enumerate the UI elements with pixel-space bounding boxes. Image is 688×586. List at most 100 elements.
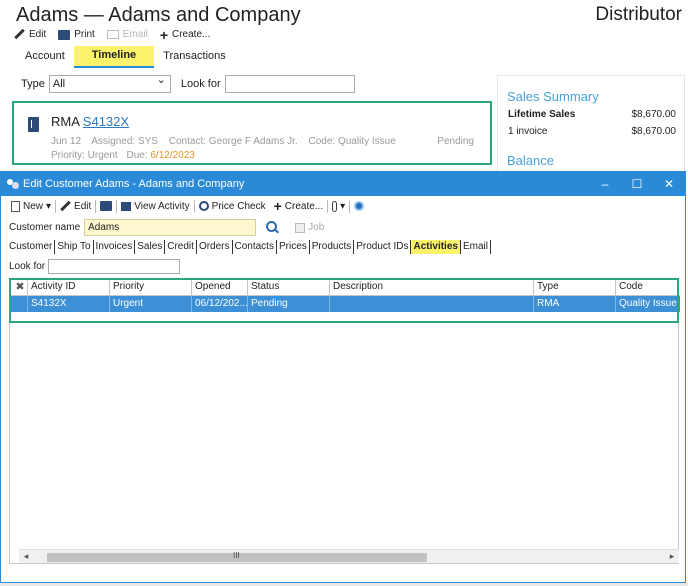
tab-prices[interactable]: Prices [277,240,310,254]
tab-email[interactable]: Email [461,240,491,254]
printer-icon [58,29,71,40]
printer-icon [100,201,113,211]
pencil-icon [60,201,71,212]
column-header-code[interactable]: Code [616,279,680,295]
edit-customer-button[interactable]: Edit [56,201,95,212]
activity-card[interactable]: RMA S4132X Jun 12 Assigned: SYS Contact:… [12,101,492,165]
activity-status: Pending [437,136,474,147]
customer-tabs: Customer Ship To Invoices Sales Credit O… [7,240,491,254]
dialog-title: Edit Customer Adams - Adams and Company [23,178,245,190]
tab-orders[interactable]: Orders [197,240,233,254]
document-icon [28,117,39,132]
edit-button[interactable]: Edit [14,29,46,40]
dialog-toolbar: New ▾ Edit View Activity Price Check + Cre… [7,198,368,214]
activity-kind: RMA [51,114,80,129]
dialog-title-bar[interactable]: Edit Customer Adams - Adams and Company … [1,172,685,196]
chevron-down-icon: ▾ [46,200,52,212]
look-for-label: Look for [180,78,221,90]
clear-filter-cell[interactable]: ✖ [10,279,28,295]
activity-heading: RMA S4132X [51,114,129,129]
grid-look-for-row: Look for [9,259,181,274]
lifetime-sales-row: Lifetime Sales $8,670.00 [508,109,676,120]
table-row[interactable]: S4132X Urgent 06/12/202... Pending RMA Q… [10,296,680,312]
users-icon [7,179,19,189]
window-controls: – ☐ ✕ [589,172,685,196]
customer-role: Distributor [595,4,682,25]
tab-customer[interactable]: Customer [7,240,56,254]
column-header-activity-id[interactable]: Activity ID [28,279,110,295]
cell-code: Quality Issue [619,298,677,309]
close-button[interactable]: ✕ [653,172,685,196]
create-activity-button[interactable]: + Create... [270,198,328,214]
activity-date: Jun 12 [51,136,82,147]
activity-assigned: Assigned: SYS [91,136,158,147]
grid-header: ✖ Activity ID Priority Opened Status Des… [10,279,680,296]
tab-timeline[interactable]: Timeline [73,46,155,68]
attachment-button[interactable]: ▾ [328,200,349,212]
new-button[interactable]: New ▾ [7,200,55,212]
column-header-priority[interactable]: Priority [110,279,192,295]
print-customer-button[interactable] [96,201,116,211]
horizontal-scrollbar[interactable]: ◂ III ▸ [19,549,679,563]
tab-credit[interactable]: Credit [165,240,197,254]
tab-account[interactable]: Account [16,46,74,68]
minimize-button[interactable]: – [589,172,621,196]
envelope-icon [106,30,119,39]
cell-status: Pending [248,296,330,312]
column-header-type[interactable]: Type [534,279,616,295]
record-toolbar: Edit Print Email + Create... [14,28,211,42]
customer-name-row: Customer name Adams Job [9,219,324,236]
type-select[interactable]: All [48,72,171,93]
tab-product-ids[interactable]: Product IDs [354,240,412,254]
scroll-left-arrow-icon[interactable]: ◂ [19,551,33,562]
chevron-down-icon: ▾ [340,200,346,212]
create-button[interactable]: + Create... [160,28,211,42]
tab-activities[interactable]: Activities [411,240,461,254]
tab-contacts[interactable]: Contacts [233,240,277,254]
new-document-icon [11,200,20,212]
column-header-status[interactable]: Status [248,279,330,295]
price-check-button[interactable]: Price Check [195,201,270,212]
search-icon[interactable] [266,221,279,234]
tab-transactions[interactable]: Transactions [154,46,235,68]
edit-customer-dialog: Edit Customer Adams - Adams and Company … [0,171,686,583]
activity-code: Code: Quality Issue [308,136,396,147]
pencil-icon [14,29,25,40]
activity-priority: Priority: Urgent [51,150,118,161]
sales-summary-title: Sales Summary [507,89,599,104]
activity-meta-2: Priority: Urgent Due: 6/12/2023 [51,150,195,161]
customer-name-label: Customer name [9,222,81,233]
column-header-description[interactable]: Description [330,279,534,295]
paperclip-icon [332,200,338,212]
cell-opened: 06/12/202... [192,296,248,312]
scrollbar-track[interactable]: III [33,551,665,563]
look-for-input[interactable] [224,75,355,93]
view-activity-button[interactable]: View Activity [117,201,193,212]
maximize-button[interactable]: ☐ [621,172,653,196]
sales-summary-panel: Sales Summary Lifetime Sales $8,670.00 1… [497,75,685,185]
invoices-row: 1 invoice $8,670.00 [508,126,676,137]
print-button[interactable]: Print [58,29,95,40]
email-button[interactable]: Email [106,29,148,40]
tab-ship-to[interactable]: Ship To [55,240,94,254]
scroll-right-arrow-icon[interactable]: ▸ [665,551,679,562]
close-icon: ✖ [15,281,25,293]
scrollbar-grip: III [233,550,240,560]
tab-products[interactable]: Products [310,240,355,254]
column-header-opened[interactable]: Opened [192,279,248,295]
activity-number-link[interactable]: S4132X [83,114,129,129]
balance-title: Balance [507,153,554,168]
look-for-input[interactable] [48,259,181,274]
tab-invoices[interactable]: Invoices [94,240,136,254]
customer-name-input[interactable]: Adams [84,219,257,236]
type-label: Type [21,78,45,90]
refresh-button[interactable] [350,201,368,211]
job-checkbox[interactable]: Job [295,222,324,233]
cell-activity-id: S4132X [28,296,110,312]
due-label: Due: [126,150,148,161]
tab-sales[interactable]: Sales [135,240,166,254]
price-check-icon [198,201,209,211]
plus-icon: + [273,198,282,214]
refresh-icon [354,201,365,211]
job-label: Job [308,222,325,233]
